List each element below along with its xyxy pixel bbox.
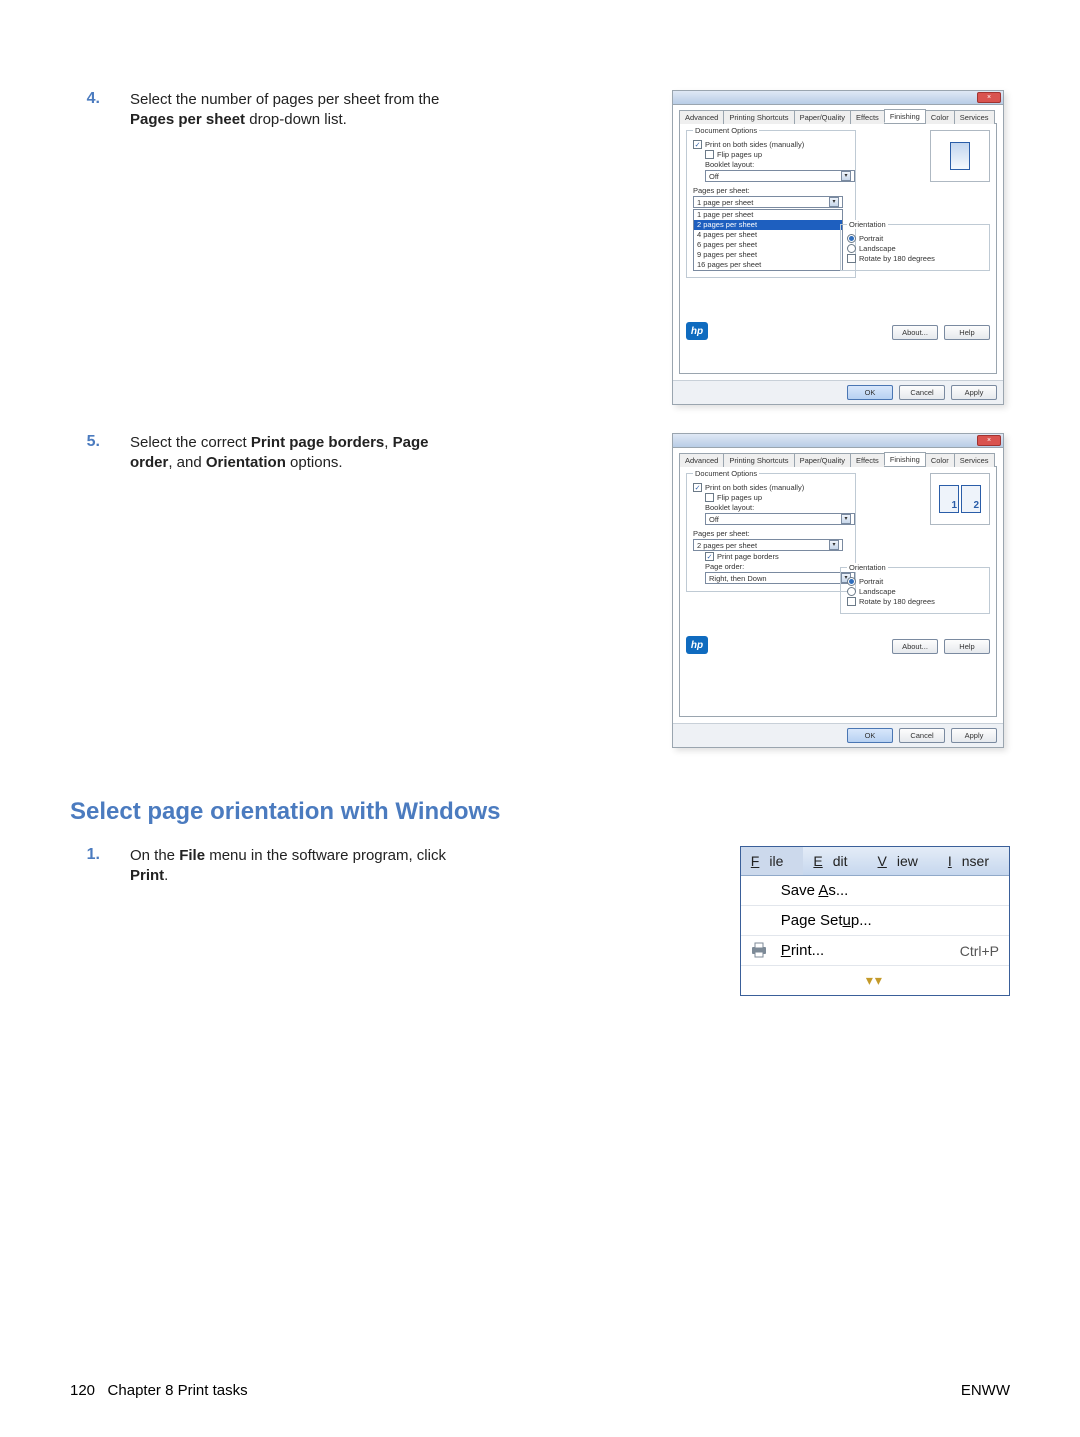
tab-printing-shortcuts[interactable]: Printing Shortcuts: [723, 453, 794, 467]
page-preview: 1 2: [930, 473, 990, 525]
booklet-layout-select[interactable]: Off▾: [705, 513, 855, 525]
step-4-text: Select the number of pages per sheet fro…: [130, 90, 460, 131]
portrait-radio[interactable]: [847, 234, 856, 243]
tab-advanced[interactable]: Advanced: [679, 110, 724, 124]
file-menu-figure: File Edit View Inser Save As... Page Set…: [740, 846, 1010, 996]
portrait-radio[interactable]: [847, 577, 856, 586]
pages-per-sheet-options[interactable]: 1 page per sheet 2 pages per sheet 4 pag…: [693, 209, 843, 271]
about-button[interactable]: About...: [892, 325, 938, 340]
blank-icon: [747, 879, 771, 901]
page-footer: 120 Chapter 8 Print tasks ENWW: [70, 1382, 1010, 1399]
step-1-number: 1.: [70, 846, 100, 864]
menu-edit[interactable]: Edit: [803, 847, 867, 875]
tab-effects[interactable]: Effects: [850, 453, 885, 467]
help-button[interactable]: Help: [944, 325, 990, 340]
hp-logo-icon: hp: [686, 322, 708, 340]
tab-printing-shortcuts[interactable]: Printing Shortcuts: [723, 110, 794, 124]
close-icon[interactable]: ×: [977, 435, 1001, 446]
chevron-down-icon: ▾: [841, 514, 851, 524]
flip-pages-checkbox[interactable]: [705, 493, 714, 502]
step-4-number: 4.: [70, 90, 100, 108]
about-button[interactable]: About...: [892, 639, 938, 654]
tab-finishing[interactable]: Finishing: [884, 109, 926, 123]
dialog-tabs: Advanced Printing Shortcuts Paper/Qualit…: [679, 452, 997, 467]
tab-effects[interactable]: Effects: [850, 110, 885, 124]
orientation-label: Orientation: [847, 220, 888, 229]
close-icon[interactable]: ×: [977, 92, 1001, 103]
menu-item-page-setup[interactable]: Page Setup...: [741, 906, 1009, 936]
pages-per-sheet-select[interactable]: 1 page per sheet▾: [693, 196, 843, 208]
print-properties-dialog-2: × Advanced Printing Shortcuts Paper/Qual…: [672, 433, 1004, 748]
hp-logo-icon: hp: [686, 636, 708, 654]
page-preview: [930, 130, 990, 182]
print-shortcut: Ctrl+P: [960, 943, 999, 959]
orientation-label: Orientation: [847, 563, 888, 572]
menu-item-print[interactable]: Print... Ctrl+P: [741, 936, 1009, 966]
chevron-down-icon: ▾: [829, 197, 839, 207]
cancel-button[interactable]: Cancel: [899, 728, 945, 743]
rotate-180-checkbox[interactable]: [847, 254, 856, 263]
apply-button[interactable]: Apply: [951, 385, 997, 400]
cancel-button[interactable]: Cancel: [899, 385, 945, 400]
menu-expand-icon[interactable]: ▾▾: [741, 966, 1009, 995]
blank-icon: [747, 909, 771, 931]
document-options-label: Document Options: [693, 126, 759, 135]
pages-per-sheet-select[interactable]: 2 pages per sheet▾: [693, 539, 843, 551]
landscape-radio[interactable]: [847, 587, 856, 596]
chevron-down-icon: ▾: [841, 171, 851, 181]
ok-button[interactable]: OK: [847, 385, 893, 400]
menu-file[interactable]: File: [741, 847, 804, 875]
page-order-select[interactable]: Right, then Down▾: [705, 572, 855, 584]
printer-icon: [747, 939, 771, 961]
tab-services[interactable]: Services: [954, 110, 995, 124]
tab-paper-quality[interactable]: Paper/Quality: [794, 110, 851, 124]
tab-color[interactable]: Color: [925, 110, 955, 124]
flip-pages-checkbox[interactable]: [705, 150, 714, 159]
menu-insert[interactable]: Inser: [938, 847, 1009, 875]
chevron-down-icon: ▾: [829, 540, 839, 550]
tab-finishing[interactable]: Finishing: [884, 452, 926, 466]
print-page-borders-checkbox[interactable]: ✓: [705, 552, 714, 561]
landscape-radio[interactable]: [847, 244, 856, 253]
ok-button[interactable]: OK: [847, 728, 893, 743]
rotate-180-checkbox[interactable]: [847, 597, 856, 606]
tab-services[interactable]: Services: [954, 453, 995, 467]
step-1-text: On the File menu in the software program…: [130, 846, 460, 887]
menu-view[interactable]: View: [868, 847, 938, 875]
menu-item-save-as[interactable]: Save As...: [741, 876, 1009, 906]
print-both-sides-checkbox[interactable]: ✓: [693, 140, 702, 149]
tab-advanced[interactable]: Advanced: [679, 453, 724, 467]
step-5-text: Select the correct Print page borders, P…: [130, 433, 460, 474]
document-options-label: Document Options: [693, 469, 759, 478]
print-properties-dialog-1: × Advanced Printing Shortcuts Paper/Qual…: [672, 90, 1004, 405]
tab-paper-quality[interactable]: Paper/Quality: [794, 453, 851, 467]
dialog-tabs: Advanced Printing Shortcuts Paper/Qualit…: [679, 109, 997, 124]
help-button[interactable]: Help: [944, 639, 990, 654]
section-heading: Select page orientation with Windows: [70, 798, 1010, 826]
tab-color[interactable]: Color: [925, 453, 955, 467]
step-5-number: 5.: [70, 433, 100, 451]
print-both-sides-checkbox[interactable]: ✓: [693, 483, 702, 492]
booklet-layout-select[interactable]: Off▾: [705, 170, 855, 182]
apply-button[interactable]: Apply: [951, 728, 997, 743]
